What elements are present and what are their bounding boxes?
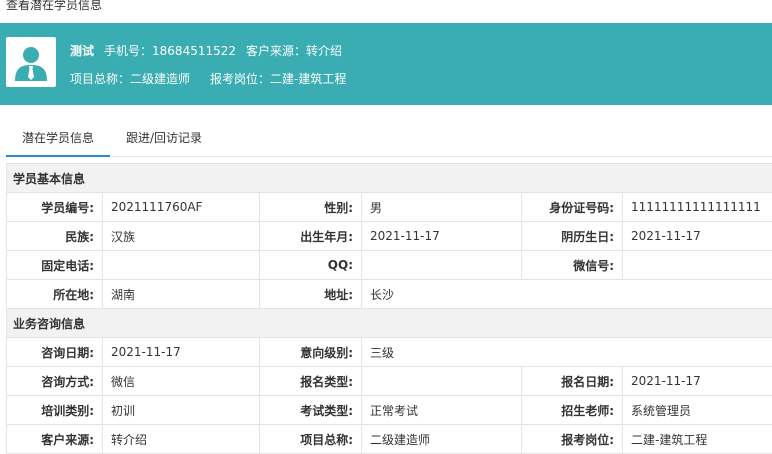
user-avatar-icon bbox=[6, 37, 56, 87]
field-value: 二级建造师 bbox=[362, 425, 522, 454]
section-header-row: 学员基本信息 bbox=[7, 164, 772, 193]
field-label: 地址: bbox=[260, 280, 362, 309]
field-value: 2021-11-17 bbox=[362, 222, 522, 251]
field-value: 11111111111111111 bbox=[623, 193, 772, 222]
table-row: 培训类别: 初训 考试类型: 正常考试 招生老师: 系统管理员 bbox=[7, 396, 772, 425]
field-value: 正常考试 bbox=[362, 396, 522, 425]
table-row: 客户来源: 转介绍 项目总称: 二级建造师 报考岗位: 二建-建筑工程 bbox=[7, 425, 772, 454]
field-label: 报名类型: bbox=[260, 367, 362, 396]
section-consult-title: 业务咨询信息 bbox=[7, 309, 772, 338]
tab-student-info[interactable]: 潜在学员信息 bbox=[6, 122, 110, 157]
section-basic-title: 学员基本信息 bbox=[7, 164, 772, 193]
field-value: 2021-11-17 bbox=[103, 338, 260, 367]
table-row: 学员编号: 2021111760AF 性别: 男 身份证号码: 11111111… bbox=[7, 193, 772, 222]
field-label: 培训类别: bbox=[7, 396, 103, 425]
header-line-2: 项目总称：二级建造师 报考岗位：二建-建筑工程 bbox=[70, 70, 346, 88]
phone-value: 18684511522 bbox=[152, 44, 236, 58]
field-label: 微信号: bbox=[522, 251, 623, 280]
field-label: 报考岗位: bbox=[522, 425, 623, 454]
field-value: 微信 bbox=[103, 367, 260, 396]
field-value: 系统管理员 bbox=[623, 396, 772, 425]
field-label: 出生年月: bbox=[260, 222, 362, 251]
field-value: 三级 bbox=[362, 338, 772, 367]
field-label: 身份证号码: bbox=[522, 193, 623, 222]
field-value: 初训 bbox=[103, 396, 260, 425]
position-label: 报考岗位： bbox=[210, 72, 270, 86]
field-value bbox=[103, 251, 260, 280]
field-value: 2021-11-17 bbox=[623, 222, 772, 251]
field-value: 2021-11-17 bbox=[623, 367, 772, 396]
table-row: 固定电话: QQ: 微信号: bbox=[7, 251, 772, 280]
field-value bbox=[362, 367, 522, 396]
section-header-row: 业务咨询信息 bbox=[7, 309, 772, 338]
source-label: 客户来源： bbox=[246, 44, 306, 58]
field-value bbox=[623, 251, 772, 280]
field-label: 考试类型: bbox=[260, 396, 362, 425]
source-value: 转介绍 bbox=[306, 44, 342, 58]
position-value: 二建-建筑工程 bbox=[270, 72, 346, 86]
page-title: 查看潜在学员信息 bbox=[6, 0, 102, 13]
student-info-table: 学员基本信息 学员编号: 2021111760AF 性别: 男 身份证号码: 1… bbox=[6, 163, 772, 454]
field-value bbox=[362, 251, 522, 280]
header-line-1: 测试手机号：18684511522 客户来源：转介绍 bbox=[70, 42, 342, 60]
field-label: 项目总称: bbox=[260, 425, 362, 454]
project-value: 二级建造师 bbox=[130, 72, 190, 86]
table-row: 所在地: 湖南 地址: 长沙 bbox=[7, 280, 772, 309]
field-value: 湖南 bbox=[103, 280, 260, 309]
field-label: QQ: bbox=[260, 251, 362, 280]
field-value: 二建-建筑工程 bbox=[623, 425, 772, 454]
field-label: 招生老师: bbox=[522, 396, 623, 425]
field-label: 阴历生日: bbox=[522, 222, 623, 251]
field-label: 报名日期: bbox=[522, 367, 623, 396]
field-label: 民族: bbox=[7, 222, 103, 251]
table-row: 咨询方式: 微信 报名类型: 报名日期: 2021-11-17 bbox=[7, 367, 772, 396]
student-header-banner: 测试手机号：18684511522 客户来源：转介绍 项目总称：二级建造师 报考岗位… bbox=[0, 23, 772, 105]
student-name: 测试 bbox=[70, 44, 94, 58]
field-value: 男 bbox=[362, 193, 522, 222]
tab-follow-up-records[interactable]: 跟进/回访记录 bbox=[126, 122, 202, 155]
field-value: 转介绍 bbox=[103, 425, 260, 454]
tab-bar: 潜在学员信息 跟进/回访记录 bbox=[0, 122, 772, 157]
table-row: 咨询日期: 2021-11-17 意向级别: 三级 bbox=[7, 338, 772, 367]
field-label: 咨询方式: bbox=[7, 367, 103, 396]
field-value: 2021111760AF bbox=[103, 193, 260, 222]
field-value: 汉族 bbox=[103, 222, 260, 251]
field-value: 长沙 bbox=[362, 280, 772, 309]
field-label: 客户来源: bbox=[7, 425, 103, 454]
field-label: 所在地: bbox=[7, 280, 103, 309]
table-row: 民族: 汉族 出生年月: 2021-11-17 阴历生日: 2021-11-17 bbox=[7, 222, 772, 251]
project-label: 项目总称： bbox=[70, 72, 130, 86]
phone-label: 手机号： bbox=[104, 44, 152, 58]
field-label: 性别: bbox=[260, 193, 362, 222]
field-label: 咨询日期: bbox=[7, 338, 103, 367]
field-label: 固定电话: bbox=[7, 251, 103, 280]
field-label: 意向级别: bbox=[260, 338, 362, 367]
field-label: 学员编号: bbox=[7, 193, 103, 222]
